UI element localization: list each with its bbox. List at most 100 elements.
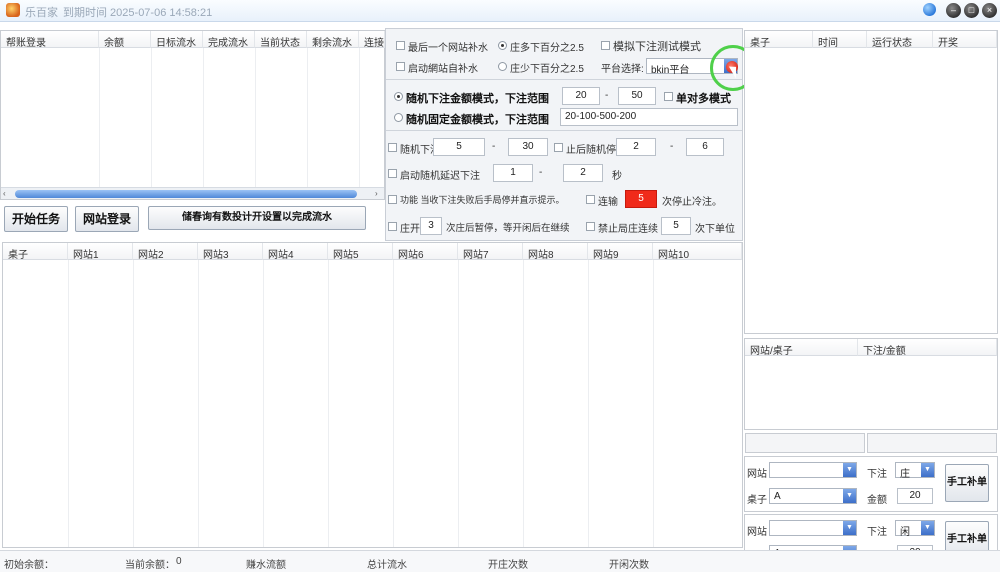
stop-label: 禁止局庄连续 — [598, 224, 658, 235]
single-multi-label: 单对多模式 — [676, 93, 731, 105]
rw-max-input[interactable]: 30 — [508, 138, 548, 156]
app-title: 乐百家 — [25, 7, 58, 19]
auto-fill-label: 启动網站自补水 — [408, 64, 478, 75]
col-header[interactable]: 网站7 — [458, 243, 523, 260]
col-header[interactable]: 完成流水 — [203, 31, 255, 48]
horizontal-scrollbar[interactable]: ‹ › — [1, 187, 384, 199]
delay-min-input[interactable]: 1 — [493, 164, 533, 182]
fail-tip-checkbox[interactable] — [388, 195, 397, 204]
rw-min-input[interactable]: 5 — [433, 138, 485, 156]
random-min-input[interactable]: 20 — [562, 87, 600, 105]
last-site-checkbox[interactable] — [396, 41, 405, 50]
col-header[interactable]: 网站10 — [653, 243, 742, 260]
col-header[interactable]: 下注/金额 — [858, 339, 997, 356]
chevron-down-icon[interactable]: ▼ — [843, 521, 856, 535]
col-header[interactable]: 运行状态 — [867, 31, 933, 48]
open-label: 庄开 — [400, 224, 420, 235]
loss-checkbox[interactable] — [586, 195, 595, 204]
divider — [151, 48, 152, 188]
scroll-right-icon[interactable]: › — [375, 189, 378, 198]
scroll-thumb[interactable] — [15, 190, 357, 198]
rw-max2-input[interactable]: 6 — [686, 138, 724, 156]
fixed-amounts-input[interactable]: 20-100-500-200 — [560, 108, 738, 126]
chevron-down-icon[interactable]: ▼ — [921, 521, 934, 535]
range-dash: - — [539, 167, 543, 178]
skin-icon[interactable] — [923, 3, 936, 16]
col-header[interactable]: 开奖 — [933, 31, 997, 48]
col-header[interactable]: 当前状态 — [255, 31, 307, 48]
bet-value: 庄 — [900, 469, 910, 480]
open-count-input[interactable]: 3 — [420, 217, 442, 235]
col-header[interactable]: 网站4 — [263, 243, 328, 260]
amount-input[interactable]: 20 — [897, 488, 933, 504]
stop-count-input[interactable]: 5 — [661, 217, 691, 235]
site-select[interactable]: ▼ — [769, 462, 857, 478]
divider — [588, 260, 589, 547]
chevron-down-icon[interactable]: ▼ — [843, 489, 856, 503]
less-banker-radio[interactable] — [498, 62, 507, 71]
rw-stop-checkbox[interactable] — [554, 143, 563, 152]
col-header[interactable]: 时间 — [813, 31, 867, 48]
info-box-right — [867, 433, 997, 453]
col-header[interactable]: 剩余流水 — [307, 31, 359, 48]
start-task-button[interactable]: 开始任务 — [4, 206, 68, 232]
col-header[interactable]: 帮账登录 — [1, 31, 99, 48]
divider — [386, 130, 742, 131]
bet-select[interactable]: 庄 ▼ — [895, 462, 935, 480]
account-table[interactable]: 帮账登录 余额 日标流水 完成流水 当前状态 剩余流水 连接 ‹ › — [0, 30, 385, 200]
single-multi-checkbox[interactable] — [664, 92, 673, 101]
manual-bet-button[interactable]: 手工补单 — [945, 464, 989, 502]
col-header[interactable]: 桌子 — [3, 243, 68, 260]
col-header[interactable]: 网站8 — [523, 243, 588, 260]
col-header[interactable]: 桌子 — [745, 31, 813, 48]
col-header[interactable]: 网站5 — [328, 243, 393, 260]
notice-button[interactable]: 储春询有数投计开设置以完成流水 — [148, 206, 366, 230]
minimize-button[interactable]: – — [946, 3, 961, 18]
loss-count-input[interactable]: 5 — [625, 190, 657, 208]
bet-select[interactable]: 闲 ▼ — [895, 520, 935, 538]
settings-panel: 最后一个网站补水 庄多下百分之2.5 模拟下注测试模式 启动網站自补水 庄少下百… — [385, 28, 743, 241]
fixed-mode-label: 随机固定金额模式，下注范围 — [406, 114, 549, 126]
bet-value: 闲 — [900, 527, 910, 538]
auto-fill-checkbox[interactable] — [396, 62, 405, 71]
site-label: 网站 — [747, 527, 767, 538]
col-header[interactable]: 连接 — [359, 31, 385, 48]
current-balance-label: 当前余额： — [125, 560, 175, 571]
amount-label: 金额 — [867, 495, 887, 506]
close-button[interactable]: × — [982, 3, 997, 18]
divider — [99, 48, 100, 188]
site-select[interactable]: ▼ — [769, 520, 857, 536]
bet-label: 下注 — [867, 527, 887, 538]
chevron-down-icon[interactable]: ▼ — [921, 463, 934, 477]
table-select[interactable]: A▼ — [769, 488, 857, 504]
more-banker-radio[interactable] — [498, 41, 507, 50]
site-login-button[interactable]: 网站登录 — [75, 206, 139, 232]
table-status-grid[interactable]: 桌子 时间 运行状态 开奖 — [744, 30, 998, 334]
col-header[interactable]: 日标流水 — [151, 31, 203, 48]
col-header[interactable]: 网站/桌子 — [745, 339, 858, 356]
loss-label: 连输 — [598, 197, 618, 208]
random-max-input[interactable]: 50 — [618, 87, 656, 105]
site-grid[interactable]: 桌子 网站1 网站2 网站3 网站4 网站5 网站6 网站7 网站8 网站9 网… — [2, 242, 743, 548]
random-win-checkbox[interactable] — [388, 143, 397, 152]
expiry-time: 到期时间 2025-07-06 14:58:21 — [63, 7, 213, 19]
col-header[interactable]: 网站6 — [393, 243, 458, 260]
stop-checkbox[interactable] — [586, 222, 595, 231]
divider — [133, 260, 134, 547]
rw-min2-input[interactable]: 2 — [616, 138, 656, 156]
delay-checkbox[interactable] — [388, 169, 397, 178]
sim-mode-checkbox[interactable] — [601, 41, 610, 50]
col-header[interactable]: 余额 — [99, 31, 151, 48]
random-mode-radio[interactable] — [394, 92, 403, 101]
delay-max-input[interactable]: 2 — [563, 164, 603, 182]
bet-record-grid[interactable]: 网站/桌子 下注/金额 — [744, 338, 998, 430]
col-header[interactable]: 网站2 — [133, 243, 198, 260]
maximize-button[interactable]: □ — [964, 3, 979, 18]
col-header[interactable]: 网站3 — [198, 243, 263, 260]
open-checkbox[interactable] — [388, 222, 397, 231]
col-header[interactable]: 网站9 — [588, 243, 653, 260]
scroll-left-icon[interactable]: ‹ — [3, 189, 6, 198]
col-header[interactable]: 网站1 — [68, 243, 133, 260]
fixed-mode-radio[interactable] — [394, 113, 403, 122]
chevron-down-icon[interactable]: ▼ — [843, 463, 856, 477]
